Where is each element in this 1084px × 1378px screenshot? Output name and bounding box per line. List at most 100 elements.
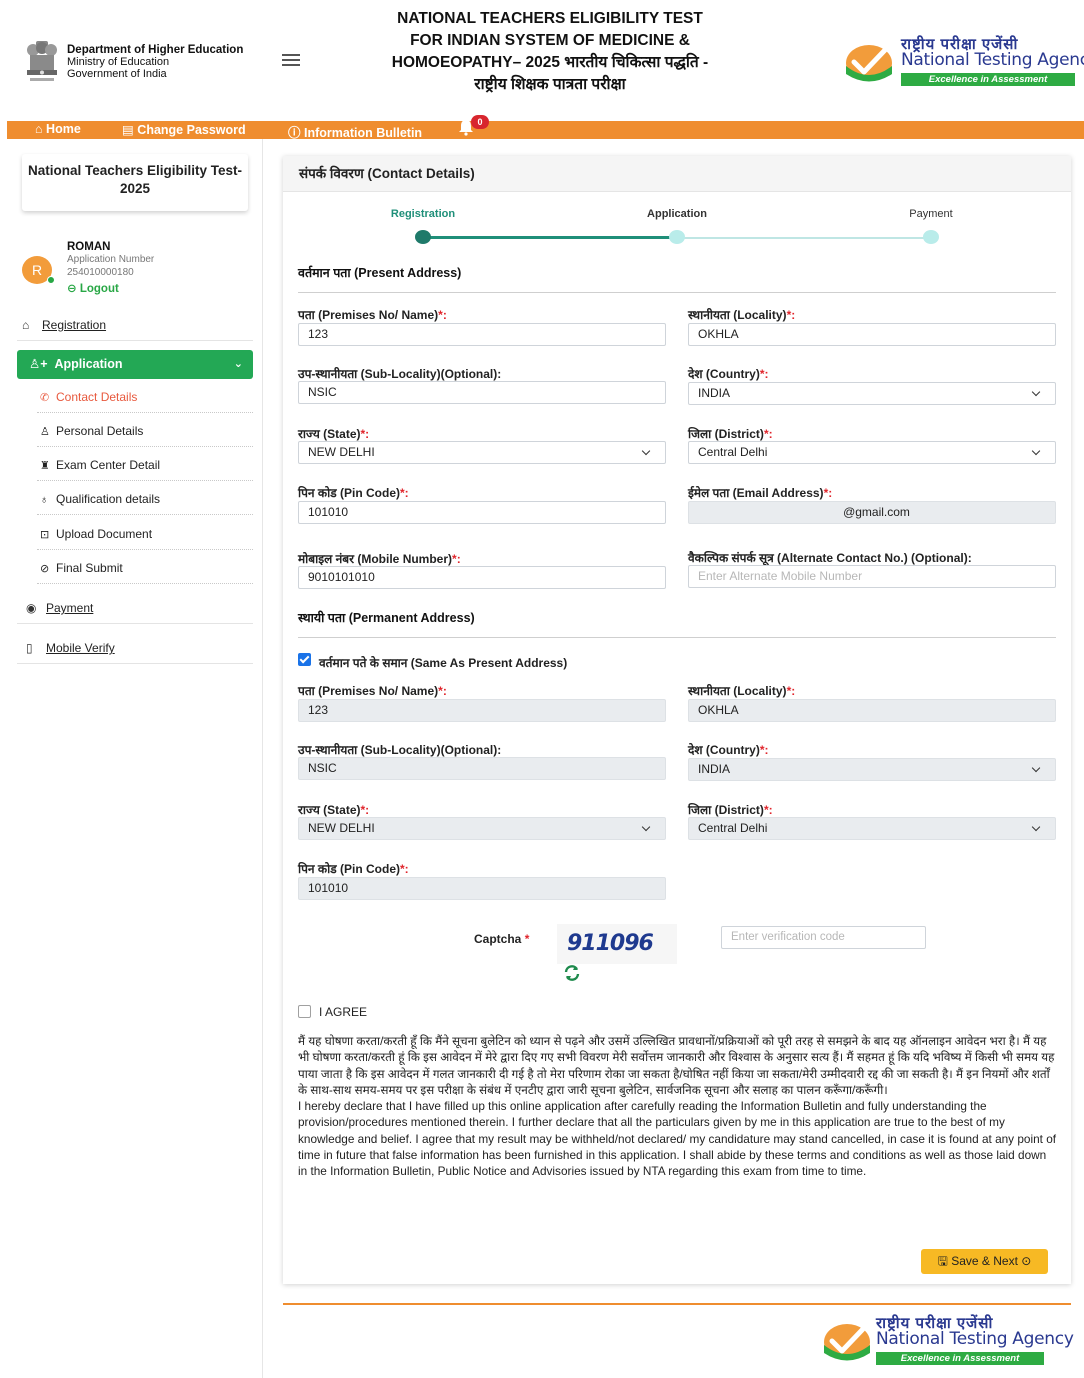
captcha-text: 911096 [567,931,654,956]
sidebar-item-application[interactable]: ♙+ Application ⌄ [17,350,253,379]
footer-nta-logo: राष्ट्रीय परीक्षा एजेंसी National Testin… [821,1313,1074,1369]
divider [17,340,253,341]
same-as-present-label: वर्तमान पते के समान (Same As Present Add… [319,656,568,670]
permanent-state-label: राज्य (State)*: [298,803,370,817]
present-premises-input[interactable]: 123 [298,323,666,346]
sub-item-label: Personal Details [56,424,144,438]
permanent-locality-input: OKHLA [688,699,1056,722]
permanent-premises-input: 123 [298,699,666,722]
sub-item-exam-center[interactable]: ♜ Exam Center Detail [40,458,160,472]
nta-tagline: Excellence in Assessment [876,1352,1044,1365]
divider [37,480,253,481]
captcha-label: Captcha * [474,932,530,946]
step-pending-line [677,237,931,239]
nta-checkmark-icon [846,45,892,82]
sub-item-label: Qualification details [56,492,161,506]
step-application: Application [647,208,707,220]
page-header: Department of Higher Education Ministry … [0,0,1084,121]
step-dot-payment [923,230,939,244]
nta-english-name: National Testing Agency [901,50,1084,70]
permanent-sub-locality-label: उप-स्थानीयता (Sub-Locality)(Optional): [298,743,502,757]
present-locality-input[interactable]: OKHLA [688,323,1056,346]
add-user-icon: ♙+ [29,357,48,371]
nav-change-password-label: Change Password [137,123,246,137]
mobile-input[interactable]: 9010101010 [298,566,666,589]
menu-toggle-icon[interactable] [282,54,300,68]
top-nav: ⌂ Home ▤ Change Password ⓘ Information B… [7,115,1084,141]
premises-label: पता (Premises No/ Name)*: [298,308,447,322]
declaration-hindi: मैं यह घोषणा करता/करती हूँ कि मैंने सूचन… [298,1034,1055,1097]
present-district-select[interactable]: Central Delhi [688,441,1056,464]
divider [298,292,1056,293]
permanent-district-label: जिला (District)*: [688,803,773,817]
same-as-present-checkbox[interactable] [298,653,311,666]
sub-item-final-submit[interactable]: ⊘ Final Submit [40,561,123,575]
email-label: ईमेल पता (Email Address)*: [688,486,833,500]
sub-item-qualification[interactable]: ♁ Qualification details [40,492,160,506]
divider [37,446,253,447]
sidebar-item-label: Payment [46,601,94,615]
ministry-name: Ministry of Education [67,56,170,68]
sidebar-item-mobile-verify[interactable]: ▯ Mobile Verify [26,641,115,655]
award-icon: ♁ [40,494,49,506]
declaration-english: I hereby declare that I have filled up t… [298,1099,1057,1179]
user-icon: ♙ [40,426,50,438]
application-number: 254010000180 [67,267,134,278]
present-state-select[interactable]: NEW DELHI [298,441,666,464]
pin-label: पिन कोड (Pin Code)*: [298,486,409,500]
alt-contact-label: वैकल्पिक संपर्क सूत्र (Alternate Contact… [688,551,972,565]
phone-icon: ✆ [40,392,50,404]
agree-label: I AGREE [319,1005,368,1019]
nta-logo: राष्ट्रीय परीक्षा एजेंसी National Testin… [843,34,1084,90]
nav-home[interactable]: ⌂ Home [35,122,81,136]
logout-icon: ⊖ [67,283,77,295]
save-next-button[interactable]: 🖫 Save & Next ⊙ [921,1249,1048,1274]
sub-item-label: Contact Details [56,390,138,404]
step-progress-line [423,236,677,239]
online-status-dot [47,276,55,284]
department-info: Department of Higher Education Ministry … [67,44,243,80]
lock-icon: ▤ [122,123,134,137]
sidebar-item-label: Mobile Verify [46,641,115,655]
permanent-district-select: Central Delhi [688,817,1056,840]
chevron-down-icon: ⌄ [233,358,243,370]
nav-home-label: Home [46,122,81,136]
permanent-locality-label: स्थानीयता (Locality)*: [688,684,796,698]
alt-contact-input[interactable]: Enter Alternate Mobile Number [688,565,1056,588]
sub-item-personal-details[interactable]: ♙ Personal Details [40,424,143,438]
sub-item-label: Final Submit [56,561,123,575]
state-label: राज्य (State)*: [298,427,370,441]
present-address-title: वर्तमान पता (Present Address) [298,266,462,280]
present-pin-input[interactable]: 101010 [298,501,666,524]
arrow-right-circle-icon: ⊙ [1021,1254,1032,1268]
sub-item-upload-document[interactable]: ⊡ Upload Document [40,527,152,541]
present-country-select[interactable]: INDIA [688,382,1056,405]
save-next-label: Save & Next [951,1254,1018,1268]
nta-english-name: National Testing Agency [876,1329,1074,1349]
sub-item-contact-details[interactable]: ✆ Contact Details [40,390,137,404]
present-sub-locality-input[interactable]: NSIC [298,381,666,404]
permanent-pin-label: पिन कोड (Pin Code)*: [298,862,409,876]
page-title: संपर्क विवरण (Contact Details) [283,156,1071,192]
country-label: देश (Country)*: [688,367,769,381]
captcha-input[interactable]: Enter verification code [721,926,926,949]
permanent-premises-label: पता (Premises No/ Name)*: [298,684,447,698]
agree-checkbox[interactable] [298,1005,311,1018]
refresh-icon[interactable] [563,964,581,982]
application-number-label: Application Number [67,254,155,265]
government-name: Government of India [67,68,167,80]
nav-change-password[interactable]: ▤ Change Password [122,122,246,137]
national-emblem-icon [27,41,57,81]
logout-link[interactable]: ⊖ Logout [67,281,119,295]
nav-info-bulletin[interactable]: ⓘ Information Bulletin [288,122,422,141]
sidebar-item-label: Application [54,357,123,371]
permanent-sub-locality-input: NSIC [298,757,666,780]
nta-tagline: Excellence in Assessment [901,73,1075,86]
permanent-country-label: देश (Country)*: [688,743,769,757]
sidebar-item-registration[interactable]: ⌂ Registration [22,318,106,332]
permanent-country-select: INDIA [688,758,1056,781]
user-name: ROMAN [67,241,111,253]
sidebar-item-payment[interactable]: ◉ Payment [26,601,93,615]
save-icon: 🖫 [937,1254,948,1268]
notification-badge: 0 [471,115,489,129]
